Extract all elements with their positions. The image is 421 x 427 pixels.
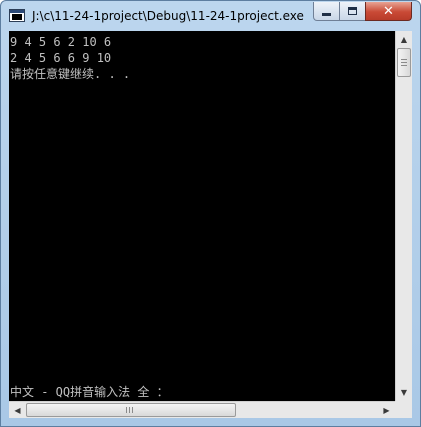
window-title: J:\c\11-24-1project\Debug\11-24-1project… <box>32 9 304 23</box>
app-icon-bar <box>10 10 24 13</box>
horizontal-scroll-thumb[interactable] <box>26 403 236 417</box>
thumb-grip <box>126 407 127 413</box>
output-line-3: 请按任意键继续. . . <box>10 67 131 81</box>
close-icon: ✕ <box>383 3 394 19</box>
arrow-left-icon: ◀ <box>14 405 21 415</box>
ime-status-text: 中文 - QQ拼音输入法 全 ： <box>10 385 169 399</box>
close-button[interactable]: ✕ <box>365 2 412 21</box>
vertical-scroll-thumb[interactable] <box>397 48 411 77</box>
scroll-down-button[interactable]: ▼ <box>396 384 412 401</box>
thumb-grip <box>132 407 133 413</box>
thumb-grip <box>401 59 407 60</box>
thumb-grip <box>401 65 407 66</box>
output-line-1: 9 4 5 6 2 10 6 <box>10 35 112 49</box>
scroll-left-button[interactable]: ◀ <box>9 402 26 418</box>
scroll-up-button[interactable]: ▲ <box>396 31 412 48</box>
arrow-up-icon: ▲ <box>400 35 408 44</box>
horizontal-scrollbar[interactable]: ◀ ▶ <box>9 401 395 418</box>
vertical-scrollbar[interactable]: ▲ ▼ <box>395 31 412 401</box>
console-window: J:\c\11-24-1project\Debug\11-24-1project… <box>0 0 421 427</box>
maximize-button[interactable] <box>339 2 366 21</box>
thumb-grip <box>401 62 407 63</box>
scroll-right-button[interactable]: ▶ <box>378 402 395 418</box>
thumb-grip <box>129 407 130 413</box>
minimize-icon <box>322 12 331 16</box>
title-bar[interactable]: J:\c\11-24-1project\Debug\11-24-1project… <box>1 1 420 31</box>
maximize-icon <box>348 7 357 15</box>
arrow-down-icon: ▼ <box>400 388 408 397</box>
minimize-button[interactable] <box>313 2 340 21</box>
console-output-area[interactable]: 9 4 5 6 2 10 6 2 4 5 6 6 9 10 请按任意键继续. .… <box>9 31 395 401</box>
scrollbar-corner <box>395 401 412 418</box>
app-icon-screen <box>12 14 22 20</box>
arrow-right-icon: ▶ <box>383 405 390 415</box>
console-app-icon[interactable] <box>9 9 25 22</box>
output-line-2: 2 4 5 6 6 9 10 <box>10 51 112 65</box>
